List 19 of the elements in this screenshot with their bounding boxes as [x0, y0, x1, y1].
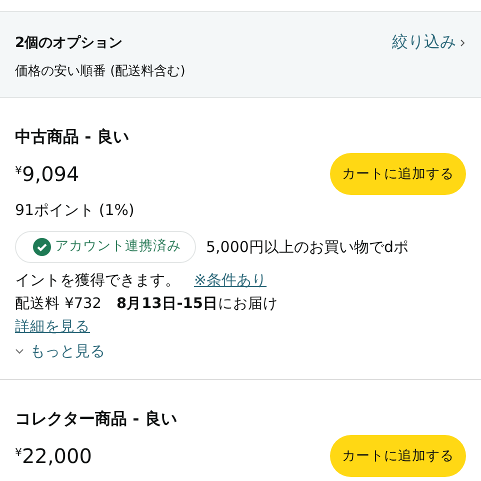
offer-price: $^{¥}$9,094	[15, 162, 80, 186]
offer-condition: コレクター商品 - 良い	[15, 409, 178, 430]
promo-text: イントを獲得できます。	[15, 271, 180, 289]
points-text: 91ポイント (1%)	[15, 201, 136, 220]
options-title: 2個のオプション	[15, 34, 123, 52]
offer-condition: 中古商品 - 良い	[15, 127, 130, 148]
delivery-info: 配送料 ¥732 8月13日-15日にお届け	[15, 295, 279, 314]
conditions-link[interactable]: ※条件あり	[194, 271, 267, 289]
details-link[interactable]: 詳細を見る	[15, 316, 90, 338]
check-circle-icon	[33, 238, 51, 256]
add-to-cart-button[interactable]: カートに追加する	[330, 435, 466, 477]
promo-text: 5,000円以上のお買い物でdポ	[206, 238, 408, 256]
sort-description: 価格の安い順番 (配送料含む)	[15, 63, 186, 80]
show-more-link[interactable]: もっと見る	[30, 341, 105, 361]
offer-price: $^{¥}$22,000	[15, 444, 92, 468]
add-to-cart-button[interactable]: カートに追加する	[330, 153, 466, 195]
filter-link[interactable]: 絞り込み	[392, 32, 456, 53]
account-linked-badge: アカウント連携済み	[15, 231, 196, 263]
chevron-right-icon	[460, 38, 465, 46]
